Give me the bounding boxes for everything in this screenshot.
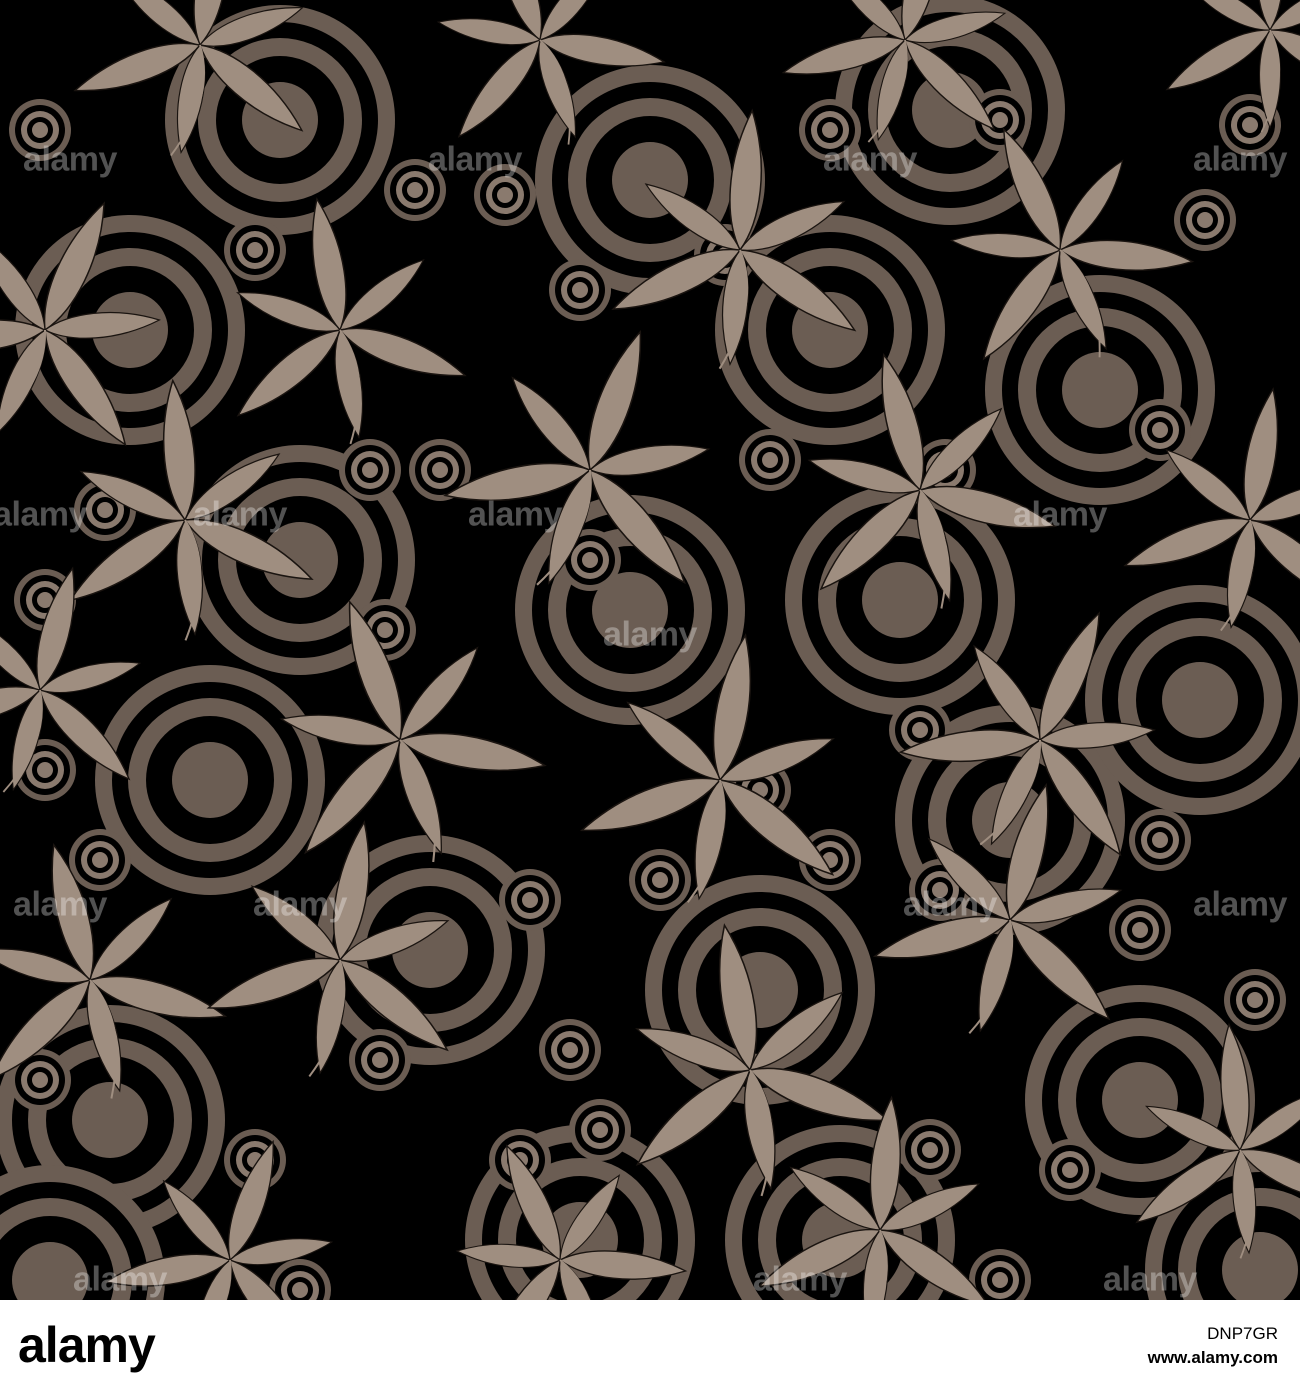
leaflet xyxy=(447,30,552,146)
target-circle xyxy=(339,439,401,501)
target-circle xyxy=(224,219,286,281)
target-circle xyxy=(739,429,801,491)
pattern-graphic xyxy=(0,0,1300,1300)
leaflet xyxy=(80,889,181,990)
target-circle xyxy=(1129,809,1191,871)
target-circle xyxy=(539,1019,601,1081)
target-circle xyxy=(474,164,536,226)
target-circle xyxy=(899,1119,961,1181)
leaflet xyxy=(331,250,432,340)
target-circle xyxy=(629,849,691,911)
target-circle xyxy=(349,1029,411,1091)
target-circle xyxy=(384,159,446,221)
target-circle xyxy=(569,1099,631,1161)
target-circle xyxy=(499,869,561,931)
leaflet xyxy=(998,908,1121,1031)
target-circle xyxy=(1224,969,1286,1031)
site-url: www.alamy.com xyxy=(1147,1348,1278,1367)
target-circle xyxy=(1039,1139,1101,1201)
target-circle xyxy=(1129,399,1191,461)
target-circle xyxy=(799,99,861,161)
target-circle xyxy=(549,259,611,321)
floral-pattern-image xyxy=(0,0,1300,1300)
leaflet xyxy=(501,368,601,479)
target-circle xyxy=(269,1259,331,1300)
target-circle xyxy=(9,99,71,161)
image-id-block: DNP7GR www.alamy.com xyxy=(1148,1322,1278,1370)
leaflet xyxy=(389,638,489,749)
stock-footer-bar: alamy DNP7GR www.alamy.com xyxy=(0,1300,1300,1390)
leaflet xyxy=(1158,440,1259,530)
target-circle xyxy=(69,829,131,891)
leaflet xyxy=(1159,18,1278,102)
alamy-logo: alamy xyxy=(18,1317,156,1373)
image-id: DNP7GR xyxy=(1207,1324,1278,1343)
target-circle xyxy=(1174,189,1236,251)
target-circle xyxy=(1109,899,1171,961)
leaflet xyxy=(228,318,350,428)
